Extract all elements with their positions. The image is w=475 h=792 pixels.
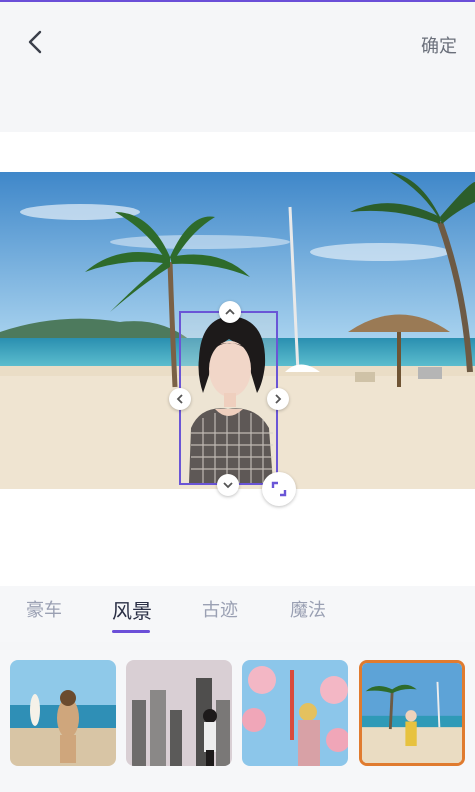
thumbnail-city-skyline[interactable] xyxy=(126,660,232,766)
tab-scenery[interactable]: 风景 xyxy=(112,595,152,624)
thumbnail-beach-surf[interactable] xyxy=(10,660,116,766)
background-thumbnails xyxy=(0,650,475,792)
move-down-handle[interactable] xyxy=(217,474,239,496)
thumbnail-tower-blossoms[interactable] xyxy=(242,660,348,766)
header-bar: 确定 xyxy=(0,2,475,122)
move-left-handle[interactable] xyxy=(169,388,191,410)
move-right-handle[interactable] xyxy=(267,388,289,410)
tab-magic[interactable]: 魔法 xyxy=(290,596,326,622)
chevron-right-icon xyxy=(275,394,282,404)
active-tab-indicator xyxy=(112,630,150,633)
resize-icon xyxy=(271,481,287,497)
chevron-left-icon xyxy=(176,394,183,404)
back-arrow-icon[interactable] xyxy=(22,28,50,56)
confirm-button[interactable]: 确定 xyxy=(421,32,457,58)
thumbnail-beach-palms[interactable] xyxy=(359,660,465,766)
scale-handle[interactable] xyxy=(262,472,296,506)
selection-box[interactable] xyxy=(179,311,278,485)
chevron-up-icon xyxy=(225,308,235,315)
move-up-handle[interactable] xyxy=(219,301,241,323)
tab-luxury-car[interactable]: 豪车 xyxy=(26,596,62,622)
tab-historic-sites[interactable]: 古迹 xyxy=(202,596,238,622)
category-tabs: 豪车 风景 古迹 魔法 xyxy=(0,586,475,642)
chevron-down-icon xyxy=(223,482,233,489)
